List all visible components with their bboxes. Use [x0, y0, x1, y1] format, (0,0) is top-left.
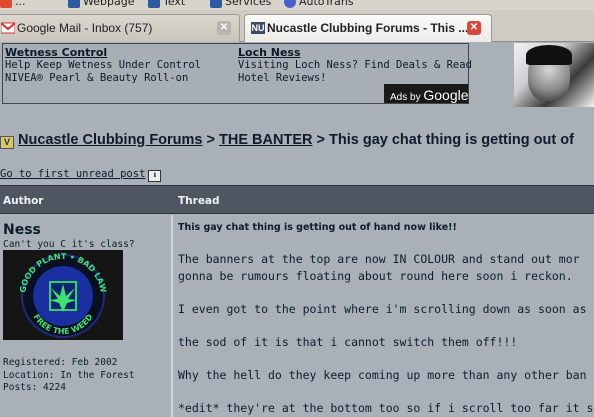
author-column-header: Author [3, 195, 44, 207]
bookmark-item-autotrans[interactable]: AutoTrans [284, 0, 354, 8]
webpage-icon [68, 0, 80, 8]
nu-favicon-icon: NU [251, 22, 265, 34]
ad-line: NIVEA® Pearl & Beauty Roll-on [5, 72, 189, 84]
post-count: Posts: 4224 [3, 382, 66, 393]
breadcrumb: V Nucastle Clubbing Forums > THE BANTER >… [0, 132, 594, 152]
first-unread-link-row: Go to first unread post ⬇ [0, 168, 162, 182]
bookmark-item-text[interactable]: Text [148, 0, 185, 8]
bookmark-item-webpage[interactable]: Webpage [68, 0, 134, 8]
forum-folder-icon: V [0, 136, 14, 149]
author-cell: Ness Can't you C it's class? GOOD PLANT … [0, 215, 173, 417]
close-tab-icon[interactable]: ✕ [217, 21, 231, 35]
tab-title: Google Mail - Inbox (757) [17, 21, 153, 35]
text-icon [148, 0, 160, 8]
ad-line: Help Keep Wetness Under Control [5, 59, 201, 71]
breadcrumb-thread-title: This gay chat thing is getting out of [329, 132, 574, 148]
author-title: Can't you C it's class? [3, 239, 135, 250]
tab-gmail[interactable]: Google Mail - Inbox (757) ✕ [0, 14, 240, 42]
ad-loch-ness[interactable]: Loch Ness Visiting Loch Ness? Find Deals… [238, 46, 472, 85]
breadcrumb-link-forum[interactable]: Nucastle Clubbing Forums [18, 132, 203, 148]
header-photo [514, 43, 594, 107]
tab-title: Nucastle Clubbing Forums - This ... [267, 21, 469, 35]
first-unread-post-link[interactable]: Go to first unread post [0, 168, 145, 180]
tab-forum[interactable]: NU Nucastle Clubbing Forums - This ... ✕ [244, 14, 492, 42]
thread-cell: This gay chat thing is getting out of ha… [175, 215, 594, 417]
google-ad-banner: Wetness Control Help Keep Wetness Under … [2, 43, 472, 104]
bookmark-item-services[interactable]: Services [210, 0, 271, 8]
bookmark-icon [0, 0, 12, 8]
author-location: Location: In the Forest [3, 369, 135, 381]
table-header: Author Thread [0, 185, 594, 214]
thread-column-header: Thread [178, 195, 220, 207]
services-icon [210, 0, 222, 8]
tab-strip: Google Mail - Inbox (757) ✕ NU Nucastle … [0, 10, 594, 42]
ad-line: Visiting Loch Ness? Find Deals & Read [238, 59, 472, 71]
google-logo: Google [423, 87, 469, 103]
ads-by-google-badge[interactable]: Ads by Google [384, 84, 469, 103]
author-meta: Registered: Feb 2002 Location: In the Fo… [3, 357, 135, 395]
breadcrumb-link-section[interactable]: THE BANTER [219, 132, 312, 148]
gmail-icon [0, 22, 16, 34]
avatar: GOOD PLANT • BAD LAW FREE THE WEED [3, 250, 123, 340]
post-title: This gay chat thing is getting out of ha… [178, 222, 457, 233]
close-tab-icon[interactable]: ✕ [467, 21, 481, 35]
page-content: Wetness Control Help Keep Wetness Under … [0, 43, 594, 417]
post-body: The banners at the top are now IN COLOUR… [178, 252, 594, 415]
bookmark-item[interactable]: ... [0, 0, 26, 8]
bookmarks-toolbar: ... Webpage Text Services AutoTrans [0, 0, 594, 10]
autotrans-icon [284, 0, 296, 8]
ad-title[interactable]: Loch Ness [238, 46, 472, 59]
author-name[interactable]: Ness [3, 222, 41, 238]
hair-shape [526, 45, 572, 65]
down-arrow-icon[interactable]: ⬇ [148, 170, 162, 182]
registered-date: Registered: Feb 2002 [3, 357, 118, 368]
post-row: Ness Can't you C it's class? GOOD PLANT … [0, 215, 594, 417]
ad-title[interactable]: Wetness Control [5, 46, 201, 59]
ad-wetness-control[interactable]: Wetness Control Help Keep Wetness Under … [5, 46, 201, 85]
